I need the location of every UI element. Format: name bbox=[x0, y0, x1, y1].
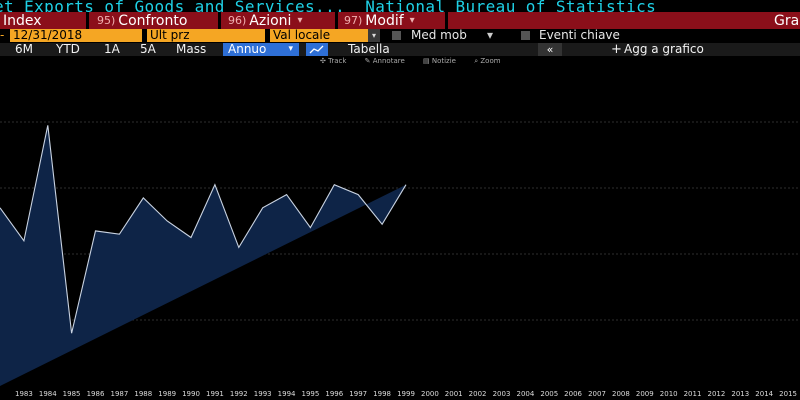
eventi-checkbox[interactable] bbox=[521, 31, 530, 40]
x-tick-label: 2012 bbox=[707, 390, 725, 398]
currency-dropdown-icon[interactable]: ▾ bbox=[368, 29, 380, 42]
x-tick-label: 1996 bbox=[325, 390, 343, 398]
x-tick-label: 2005 bbox=[540, 390, 558, 398]
date-prefix: - bbox=[0, 28, 5, 42]
period-1a[interactable]: 1A bbox=[104, 43, 120, 56]
x-tick-label: 1994 bbox=[278, 390, 296, 398]
modif-num: 97) bbox=[344, 14, 363, 27]
frequency-label: Annuo bbox=[228, 42, 267, 56]
title-bar: et Exports of Goods and Services... Nati… bbox=[0, 0, 800, 12]
x-tick-label: 1992 bbox=[230, 390, 248, 398]
separator bbox=[335, 12, 338, 29]
source-title: National Bureau of Statistics bbox=[365, 0, 657, 12]
x-tick-label: 1990 bbox=[182, 390, 200, 398]
x-tick-label: 1988 bbox=[134, 390, 152, 398]
x-tick-label: 1999 bbox=[397, 390, 415, 398]
x-tick-label: 2006 bbox=[564, 390, 582, 398]
period-mass[interactable]: Mass bbox=[176, 43, 206, 56]
currency-select[interactable]: Val locale bbox=[270, 29, 368, 42]
x-tick-label: 1986 bbox=[87, 390, 105, 398]
period-5a[interactable]: 5A bbox=[140, 43, 156, 56]
med-mob-label: Med mob bbox=[411, 28, 467, 42]
x-tick-label: 2008 bbox=[612, 390, 630, 398]
period-6m[interactable]: 6M bbox=[15, 43, 33, 56]
modif-label: Modif bbox=[365, 12, 404, 29]
price-chart[interactable]: 1983 1984 1985 1986 1987 1988 1989 1990 1991 1992… bbox=[0, 56, 800, 400]
area-fill bbox=[0, 125, 406, 387]
x-tick-label: 2004 bbox=[516, 390, 534, 398]
modif-button[interactable]: 97) Modif ▾ bbox=[344, 12, 415, 29]
chevron-down-icon: ▾ bbox=[288, 44, 293, 54]
end-date-field[interactable]: 12/31/2018 bbox=[10, 29, 142, 42]
separator bbox=[218, 12, 221, 29]
med-mob-dropdown-icon[interactable]: ▾ bbox=[487, 29, 493, 42]
chevron-down-icon: ▾ bbox=[409, 15, 415, 26]
azioni-label: Azioni bbox=[249, 12, 292, 29]
x-tick-label: 2007 bbox=[588, 390, 606, 398]
x-axis: 1983 1984 1985 1986 1987 1988 1989 1990 1991 1992… bbox=[15, 390, 797, 398]
period-ytd[interactable]: YTD bbox=[56, 43, 80, 56]
x-tick-label: 1997 bbox=[349, 390, 367, 398]
x-tick-label: 2002 bbox=[469, 390, 487, 398]
med-mob-checkbox[interactable] bbox=[392, 31, 401, 40]
table-button[interactable]: Tabella bbox=[348, 43, 390, 56]
azioni-num: 96) bbox=[228, 14, 247, 27]
security-title: et Exports of Goods and Services... bbox=[0, 0, 346, 12]
line-chart-icon bbox=[309, 45, 324, 54]
price-field-select[interactable]: Ult prz bbox=[147, 29, 265, 42]
frequency-select[interactable]: Annuo ▾ bbox=[223, 43, 299, 56]
x-tick-label: 1989 bbox=[158, 390, 176, 398]
x-tick-label: 2015 bbox=[779, 390, 797, 398]
x-tick-label: 1985 bbox=[63, 390, 81, 398]
x-tick-label: 2001 bbox=[445, 390, 463, 398]
add-to-chart-button[interactable]: Agg a grafico bbox=[624, 43, 704, 56]
period-bar: 6M YTD 1A 5A Mass Annuo ▾ Tabella « + Ag… bbox=[0, 43, 800, 56]
index-button[interactable]: Index bbox=[3, 12, 42, 29]
x-tick-label: 1993 bbox=[254, 390, 272, 398]
x-tick-label: 2003 bbox=[493, 390, 511, 398]
x-tick-label: 2009 bbox=[636, 390, 654, 398]
azioni-button[interactable]: 96) Azioni ▾ bbox=[228, 12, 302, 29]
chevron-down-icon: ▾ bbox=[297, 15, 303, 26]
grafico-label: Gra bbox=[774, 12, 800, 29]
separator bbox=[445, 12, 448, 29]
x-tick-label: 2011 bbox=[684, 390, 702, 398]
x-tick-label: 2010 bbox=[660, 390, 678, 398]
confronto-num: 95) bbox=[97, 14, 116, 27]
separator bbox=[86, 12, 89, 29]
x-tick-label: 1998 bbox=[373, 390, 391, 398]
confronto-button[interactable]: 95) Confronto bbox=[97, 12, 187, 29]
plus-icon: + bbox=[611, 42, 622, 57]
function-key-bar: Index 95) Confronto 96) Azioni ▾ 97) Mod… bbox=[0, 12, 800, 29]
line-chart-button[interactable] bbox=[306, 43, 328, 56]
x-tick-label: 2014 bbox=[755, 390, 773, 398]
grafico-button[interactable]: Gra bbox=[774, 12, 799, 29]
x-tick-label: 2000 bbox=[421, 390, 439, 398]
x-tick-label: 1984 bbox=[39, 390, 57, 398]
x-tick-label: 1983 bbox=[15, 390, 33, 398]
parameter-bar: - 12/31/2018 Ult prz Val locale ▾ Med mo… bbox=[0, 29, 800, 43]
confronto-label: Confronto bbox=[118, 12, 188, 29]
x-tick-label: 2013 bbox=[731, 390, 749, 398]
x-tick-label: 1991 bbox=[206, 390, 224, 398]
x-tick-label: 1995 bbox=[301, 390, 319, 398]
collapse-icon[interactable]: « bbox=[538, 43, 562, 56]
x-tick-label: 1987 bbox=[110, 390, 128, 398]
index-label: Index bbox=[3, 12, 42, 29]
eventi-label: Eventi chiave bbox=[539, 28, 620, 42]
